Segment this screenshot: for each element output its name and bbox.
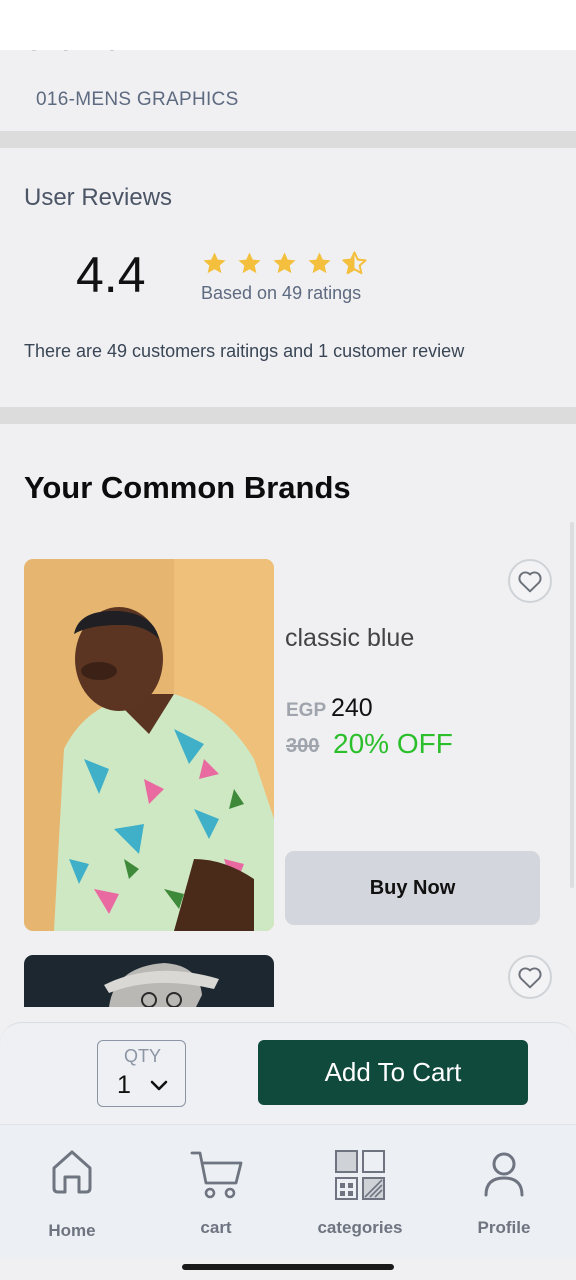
- qty-label: QTY: [123, 1046, 161, 1066]
- reviews-title: User Reviews: [24, 184, 173, 211]
- wishlist-button[interactable]: [508, 559, 552, 603]
- star-full-icon: [308, 252, 331, 274]
- cart-icon: [190, 1151, 243, 1199]
- rating-score: 4.4: [76, 247, 146, 303]
- chevron-down-icon: [150, 1080, 168, 1091]
- section-divider: [0, 407, 576, 424]
- wishlist-button[interactable]: [508, 955, 552, 999]
- nav-item-profile[interactable]: Profile: [432, 1125, 576, 1255]
- price-currency: EGP: [286, 700, 327, 721]
- discount-badge: 20% OFF: [333, 728, 453, 759]
- buy-now-button[interactable]: Buy Now: [285, 851, 540, 925]
- star-full-icon: [203, 252, 226, 274]
- section-divider: [0, 131, 576, 148]
- product-photo: [24, 559, 274, 931]
- nav-item-cart[interactable]: cart: [144, 1125, 288, 1255]
- product-image[interactable]: [24, 559, 274, 931]
- star-full-icon: [273, 252, 296, 274]
- product-photo: [24, 955, 274, 1007]
- add-to-cart-button[interactable]: Add To Cart: [258, 1040, 528, 1105]
- product-price: 240: [331, 694, 373, 722]
- nav-item-categories[interactable]: categories: [288, 1125, 432, 1255]
- overview-value: 016-MENS GRAPHICS: [36, 89, 239, 110]
- star-half-icon: [342, 251, 367, 275]
- rating-stars: [200, 250, 369, 277]
- star-full-icon: [238, 252, 261, 274]
- qty-value: 1: [117, 1071, 131, 1099]
- bottom-nav: Home cart categories Profile: [0, 1124, 576, 1258]
- review-summary: There are 49 customers raitings and 1 cu…: [24, 341, 465, 361]
- nav-label: cart: [200, 1218, 232, 1237]
- scrollbar[interactable]: [570, 522, 574, 888]
- home-icon: [52, 1150, 92, 1194]
- nav-label: categories: [317, 1218, 403, 1237]
- nav-item-home[interactable]: Home: [0, 1125, 144, 1255]
- quantity-selector[interactable]: QTY 1: [97, 1040, 186, 1107]
- heart-icon: [518, 571, 542, 593]
- old-price: 300: [286, 735, 320, 757]
- nav-label: Home: [48, 1221, 96, 1240]
- brands-title: Your Common Brands: [24, 470, 351, 505]
- product-detail-screen: Overview 016-MENS GRAPHICS User Reviews …: [0, 0, 576, 1280]
- top-bar: [0, 0, 576, 50]
- product-image[interactable]: [24, 955, 274, 1007]
- heart-icon: [518, 967, 542, 989]
- categories-icon: [335, 1150, 385, 1200]
- rating-count: Based on 49 ratings: [201, 283, 362, 303]
- profile-icon: [484, 1152, 524, 1197]
- home-indicator[interactable]: [182, 1264, 394, 1270]
- nav-label: Profile: [477, 1218, 531, 1237]
- product-name: classic blue: [285, 624, 415, 652]
